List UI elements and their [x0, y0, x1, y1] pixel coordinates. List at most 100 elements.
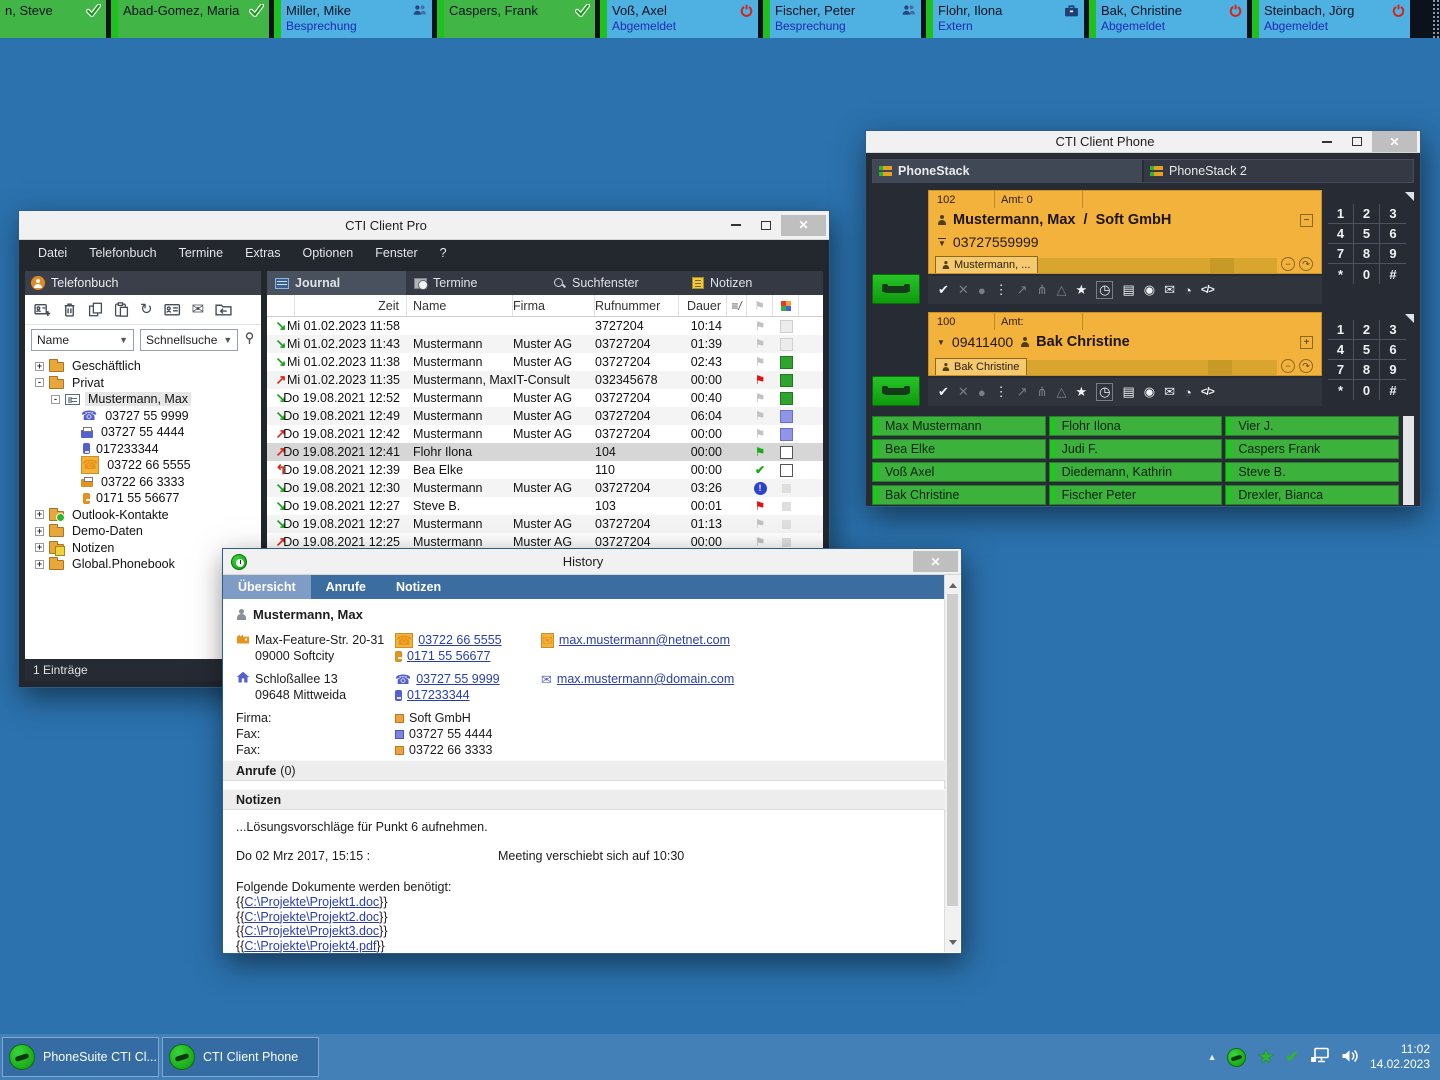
journal-row[interactable]: ↗Mi 01.02.2023 11:35Mustermann, MaxIT-Co…	[267, 371, 823, 389]
key-8[interactable]: 8	[1354, 360, 1380, 380]
key-3[interactable]: 3	[1380, 320, 1406, 340]
add-contact-icon[interactable]	[34, 302, 51, 317]
tree-item[interactable]: 03722 66 3333	[25, 474, 261, 491]
history-scrollbar[interactable]	[944, 575, 960, 952]
minimize-button[interactable]	[1312, 131, 1342, 152]
contact-tile[interactable]: Steve B.	[1225, 462, 1399, 482]
key-6[interactable]: 6	[1380, 340, 1406, 360]
refresh-icon[interactable]: ↻	[140, 303, 153, 317]
tab-ubersicht[interactable]: Übersicht	[223, 575, 311, 599]
history-icon[interactable]: ◔	[1184, 385, 1192, 400]
tab-suchfenster[interactable]: Suchfenster	[545, 271, 684, 295]
favorite-icon[interactable]: ★	[1075, 282, 1087, 298]
maximize-button[interactable]	[1342, 131, 1372, 152]
presence-tile[interactable]: Miller, MikeBesprechung	[274, 0, 432, 38]
menu-item-datei[interactable]: Datei	[27, 246, 78, 260]
expand-call-button[interactable]: +	[1300, 336, 1313, 349]
key-4[interactable]: 4	[1328, 224, 1354, 244]
key-1[interactable]: 1	[1328, 320, 1354, 340]
key-5[interactable]: 5	[1354, 340, 1380, 360]
collapse-icon[interactable]: -	[35, 378, 44, 387]
history-titlebar[interactable]: History ✕	[223, 549, 961, 575]
tree-item[interactable]: 03727 55 9999	[25, 408, 261, 425]
key-9[interactable]: 9	[1380, 244, 1406, 264]
close-button[interactable]: ✕	[1372, 131, 1417, 152]
presence-tile[interactable]: Caspers, Frank	[437, 0, 595, 38]
contact-card-icon[interactable]: ▤	[1122, 282, 1134, 298]
scrollbar-thumb[interactable]	[947, 594, 958, 906]
contact-tile[interactable]: Bea Elke	[872, 439, 1046, 459]
clock[interactable]: 11:02 14.02.2023	[1370, 1042, 1430, 1072]
name-filter-select[interactable]: Name ▼	[31, 329, 134, 351]
tab-termine[interactable]: Termine	[406, 271, 545, 295]
hangup-button[interactable]	[872, 376, 920, 406]
key-7[interactable]: 7	[1328, 244, 1354, 264]
tree-item[interactable]: 0171 55 56677	[25, 490, 261, 507]
tab-phonestack-2[interactable]: PhoneStack 2	[1144, 160, 1413, 182]
collapse-icon[interactable]: -	[51, 395, 60, 404]
email-icon[interactable]: ✉	[1164, 282, 1175, 298]
presence-tile[interactable]: Bak, ChristineAbgemeldet	[1089, 0, 1247, 38]
key-3[interactable]: 3	[1380, 204, 1406, 224]
journal-row[interactable]: ↘Do 19.08.2021 12:30MustermannMuster AG0…	[267, 479, 823, 497]
document-link[interactable]: C:\Projekte\Projekt4.pdf	[244, 939, 376, 953]
email-link[interactable]: max.mustermann@domain.com	[557, 671, 734, 687]
contact-card-icon[interactable]: ▤	[1122, 384, 1134, 400]
contact-card-icon[interactable]	[164, 302, 181, 317]
journal-icon[interactable]: ◷	[1096, 281, 1113, 299]
menu-item-telefonbuch[interactable]: Telefonbuch	[78, 246, 167, 260]
contact-tile[interactable]: Fischer Peter	[1049, 485, 1223, 505]
journal-icon[interactable]: ◷	[1096, 383, 1113, 401]
code-icon[interactable]: </>	[1201, 386, 1214, 398]
pro-titlebar[interactable]: CTI Client Pro ✕	[19, 211, 829, 240]
expand-icon[interactable]: +	[35, 527, 44, 536]
journal-row[interactable]: ↘Mi 01.02.2023 11:38MustermannMuster AG0…	[267, 353, 823, 371]
key-6[interactable]: 6	[1380, 224, 1406, 244]
tab-anrufe[interactable]: Anrufe	[311, 575, 381, 599]
col-category-icon[interactable]	[773, 295, 799, 316]
scroll-down-icon[interactable]	[945, 934, 961, 950]
tab-journal[interactable]: Journal	[267, 271, 406, 295]
conference-icon[interactable]: ⋔	[1037, 282, 1048, 298]
presence-tile[interactable]: n, Steve	[0, 0, 106, 38]
tray-phone-icon[interactable]	[1227, 1048, 1246, 1067]
taskbar-button[interactable]: PhoneSuite CTI Cl...	[2, 1037, 159, 1077]
minimize-button[interactable]	[721, 215, 751, 236]
tree-item[interactable]: 017233344	[25, 441, 261, 458]
call-context-tab[interactable]: Mustermann, ...	[935, 256, 1038, 273]
expand-icon[interactable]: +	[35, 362, 44, 371]
network-icon[interactable]: △	[1056, 282, 1066, 298]
contact-tile[interactable]: Flohr Ilona	[1049, 416, 1223, 436]
key-#[interactable]: #	[1380, 380, 1406, 400]
hangup-button[interactable]	[872, 274, 920, 304]
pin-icon[interactable]	[244, 332, 255, 348]
redirect-icon[interactable]: ↗	[1017, 282, 1028, 298]
expand-icon[interactable]: +	[35, 560, 44, 569]
col-rufnummer[interactable]: Rufnummer	[595, 295, 679, 316]
tray-volume-icon[interactable]	[1341, 1048, 1359, 1067]
key-0[interactable]: 0	[1354, 264, 1380, 284]
document-link[interactable]: C:\Projekte\Projekt1.doc	[244, 895, 379, 909]
presence-tile[interactable]: Fischer, PeterBesprechung	[763, 0, 921, 38]
import-icon[interactable]	[215, 302, 232, 317]
history-icon[interactable]: ◔	[1184, 283, 1192, 298]
journal-row[interactable]: ↘Do 19.08.2021 12:27Steve B.10300:01⚑	[267, 497, 823, 515]
contact-tile[interactable]: Vier J.	[1225, 416, 1399, 436]
agent-icon[interactable]: ◉	[1144, 384, 1155, 400]
contact-tile[interactable]: Bak Christine	[872, 485, 1046, 505]
phone-number-link[interactable]: 017233344	[407, 687, 470, 703]
tree-item[interactable]: -Mustermann, Max	[25, 391, 261, 408]
presence-tile[interactable]: Flohr, IlonaExtern	[926, 0, 1084, 38]
key-8[interactable]: 8	[1354, 244, 1380, 264]
key-9[interactable]: 9	[1380, 360, 1406, 380]
tab-notizen[interactable]: Notizen	[684, 271, 823, 295]
collapse-call-button[interactable]: −	[1300, 214, 1313, 227]
contact-tile[interactable]: Judi F.	[1049, 439, 1223, 459]
col-dauer[interactable]: Dauer	[679, 295, 727, 316]
agent-icon[interactable]: ◉	[1144, 282, 1155, 298]
contact-tile[interactable]: Drexler, Bianca	[1225, 485, 1399, 505]
email-link[interactable]: max.mustermann@netnet.com	[559, 632, 730, 648]
document-link[interactable]: C:\Projekte\Projekt2.doc	[244, 910, 379, 924]
accept-icon[interactable]: ✔	[938, 282, 949, 298]
close-button[interactable]: ✕	[913, 551, 958, 572]
